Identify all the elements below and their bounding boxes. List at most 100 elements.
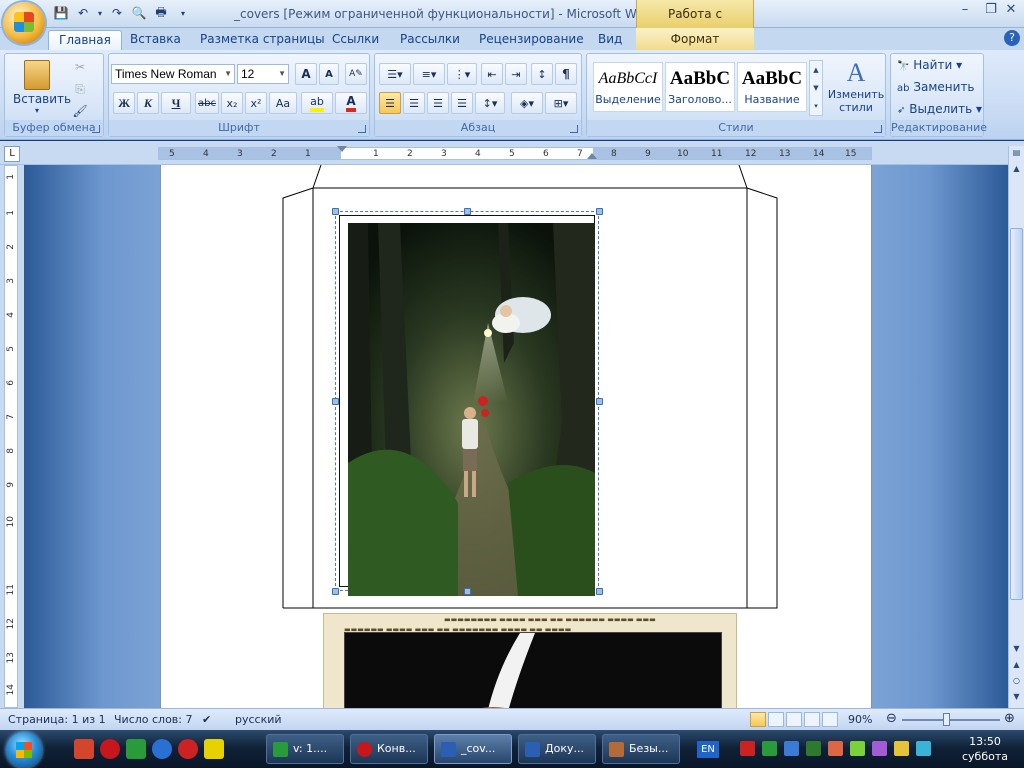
zoom-level[interactable]: 90%: [848, 713, 872, 726]
dialog-launcher-icon[interactable]: [92, 125, 100, 133]
ruler-toggle-icon[interactable]: ▤: [1010, 146, 1023, 160]
tab-mailings[interactable]: Рассылки: [390, 30, 470, 50]
multilevel-list-button[interactable]: ⋮▾: [447, 63, 477, 85]
tray-icon[interactable]: [872, 741, 887, 756]
taskbar-item[interactable]: v: 1....: [266, 734, 344, 764]
language-switcher[interactable]: EN: [697, 741, 719, 758]
change-case-button[interactable]: Aa: [269, 92, 297, 114]
tray-icon[interactable]: [894, 741, 909, 756]
resize-handle[interactable]: [596, 208, 603, 215]
bold-button[interactable]: Ж: [113, 92, 135, 114]
web-layout-view-icon[interactable]: [786, 712, 802, 727]
borders-button[interactable]: ⊞▾: [545, 92, 577, 114]
font-name-combo[interactable]: Times New Roman ▼: [111, 64, 235, 84]
cut-icon[interactable]: ✂: [71, 58, 89, 76]
undo-icon[interactable]: ↶: [74, 4, 92, 22]
highlight-color-button[interactable]: ab: [301, 92, 333, 114]
customize-qat-icon[interactable]: ▾: [174, 4, 192, 22]
find-button[interactable]: 🔭 Найти ▾: [897, 58, 981, 76]
tab-page-layout[interactable]: Разметка страницы: [190, 30, 335, 50]
tray-icon[interactable]: [740, 741, 755, 756]
styles-scroll[interactable]: ▲ ▼ ▾: [809, 60, 823, 116]
resize-handle[interactable]: [596, 588, 603, 595]
selected-text-box[interactable]: [332, 208, 603, 596]
taskbar-item[interactable]: Конв...: [350, 734, 428, 764]
justify-button[interactable]: ☰: [451, 92, 473, 114]
zoom-slider-thumb[interactable]: [943, 713, 950, 726]
tab-insert[interactable]: Вставка: [120, 30, 191, 50]
italic-button[interactable]: К: [137, 92, 159, 114]
line-spacing-button[interactable]: ↕▾: [475, 92, 505, 114]
strikethrough-button[interactable]: abc: [195, 92, 219, 114]
document-page[interactable]: ▬▬▬ ▬▬▬▬ ▬▬▬▬▬▬ ▬▬ ▬▬▬ ▬▬▬▬ ▬▬▬▬▬▬▬▬ ▬▬▬…: [160, 165, 872, 713]
tab-selector[interactable]: L: [4, 146, 20, 162]
close-button[interactable]: ✕: [998, 2, 1024, 20]
previous-page-icon[interactable]: ▲: [1010, 658, 1023, 672]
show-marks-button[interactable]: ¶: [555, 63, 577, 85]
tray-icon[interactable]: [784, 741, 799, 756]
tab-references[interactable]: Ссылки: [322, 30, 389, 50]
vertical-ruler[interactable]: 1 1 2 3 4 5 6 7 8 9 10 11 12 13 14: [4, 165, 18, 708]
utorrent-icon[interactable]: [126, 739, 146, 759]
select-browse-object-icon[interactable]: ○: [1010, 674, 1023, 688]
clock[interactable]: 13:50 суббота: [950, 734, 1020, 764]
tab-review[interactable]: Рецензирование: [469, 30, 594, 50]
vertical-scrollbar[interactable]: ▤ ▲ ▼ ▲ ○ ▼: [1008, 146, 1024, 708]
tray-icon[interactable]: [850, 741, 865, 756]
superscript-button[interactable]: x²: [245, 92, 267, 114]
dialog-launcher-icon[interactable]: [358, 125, 366, 133]
dialog-launcher-icon[interactable]: [874, 125, 882, 133]
tray-icon[interactable]: [762, 741, 777, 756]
font-size-combo[interactable]: 12 ▼: [237, 64, 289, 84]
next-page-icon[interactable]: ▼: [1010, 690, 1023, 704]
align-right-button[interactable]: ☰: [427, 92, 449, 114]
resize-handle[interactable]: [332, 588, 339, 595]
taskbar-item[interactable]: Безы...: [602, 734, 680, 764]
draft-view-icon[interactable]: [822, 712, 838, 727]
horizontal-ruler[interactable]: 5 4 3 2 1 1 2 3 4 5 6 7 8 9 10 11 12 13 …: [158, 146, 872, 160]
tab-view[interactable]: Вид: [588, 30, 632, 50]
resize-handle[interactable]: [464, 208, 471, 215]
word-count[interactable]: Число слов: 7: [114, 713, 193, 726]
resize-handle[interactable]: [332, 208, 339, 215]
copy-icon[interactable]: ⎘: [71, 80, 89, 98]
decrease-indent-button[interactable]: ⇤: [481, 63, 503, 85]
style-heading[interactable]: AaBbC Заголово...: [665, 62, 735, 112]
zoom-in-icon[interactable]: ⊕: [1004, 711, 1015, 726]
redo-icon[interactable]: ↷: [108, 4, 126, 22]
print-preview-icon[interactable]: 🔍: [130, 4, 148, 22]
subscript-button[interactable]: x₂: [221, 92, 243, 114]
resize-handle[interactable]: [596, 398, 603, 405]
tray-icon[interactable]: [806, 741, 821, 756]
help-icon[interactable]: ?: [1004, 30, 1020, 46]
sort-button[interactable]: ↕: [531, 63, 553, 85]
opera-icon[interactable]: [100, 739, 120, 759]
app-icon[interactable]: [204, 739, 224, 759]
page-count[interactable]: Страница: 1 из 1: [8, 713, 106, 726]
scroll-up-arrow-icon[interactable]: ▲: [1010, 162, 1023, 176]
zoom-slider[interactable]: [902, 719, 1000, 721]
spellcheck-icon[interactable]: ✔: [202, 713, 211, 726]
underline-button[interactable]: Ч: [161, 92, 191, 114]
tab-format[interactable]: Формат: [636, 28, 754, 50]
font-color-button[interactable]: A: [335, 92, 367, 114]
replace-button[interactable]: ab Заменить: [897, 80, 981, 98]
taskbar-item[interactable]: _cov...: [434, 734, 512, 764]
start-button[interactable]: [6, 732, 42, 768]
increase-indent-button[interactable]: ⇥: [505, 63, 527, 85]
scrollbar-thumb[interactable]: [1010, 228, 1023, 600]
print-layout-view-icon[interactable]: [750, 712, 766, 727]
bullets-button[interactable]: ☰▾: [379, 63, 411, 85]
resize-handle[interactable]: [464, 588, 471, 595]
shrink-font-button[interactable]: A: [319, 63, 339, 85]
style-title[interactable]: AaBbC Название: [737, 62, 807, 112]
indent-marker-icon[interactable]: [337, 146, 347, 152]
quicklaunch-app-icon[interactable]: [74, 739, 94, 759]
zoom-out-icon[interactable]: ⊖: [886, 711, 897, 726]
tray-icon[interactable]: [916, 741, 931, 756]
right-indent-marker-icon[interactable]: [587, 153, 597, 159]
paste-button[interactable]: Вставить ▾: [13, 56, 71, 118]
shading-button[interactable]: ◈▾: [511, 92, 543, 114]
scroll-down-arrow-icon[interactable]: ▼: [1010, 642, 1023, 656]
save-icon[interactable]: 💾: [52, 4, 70, 22]
